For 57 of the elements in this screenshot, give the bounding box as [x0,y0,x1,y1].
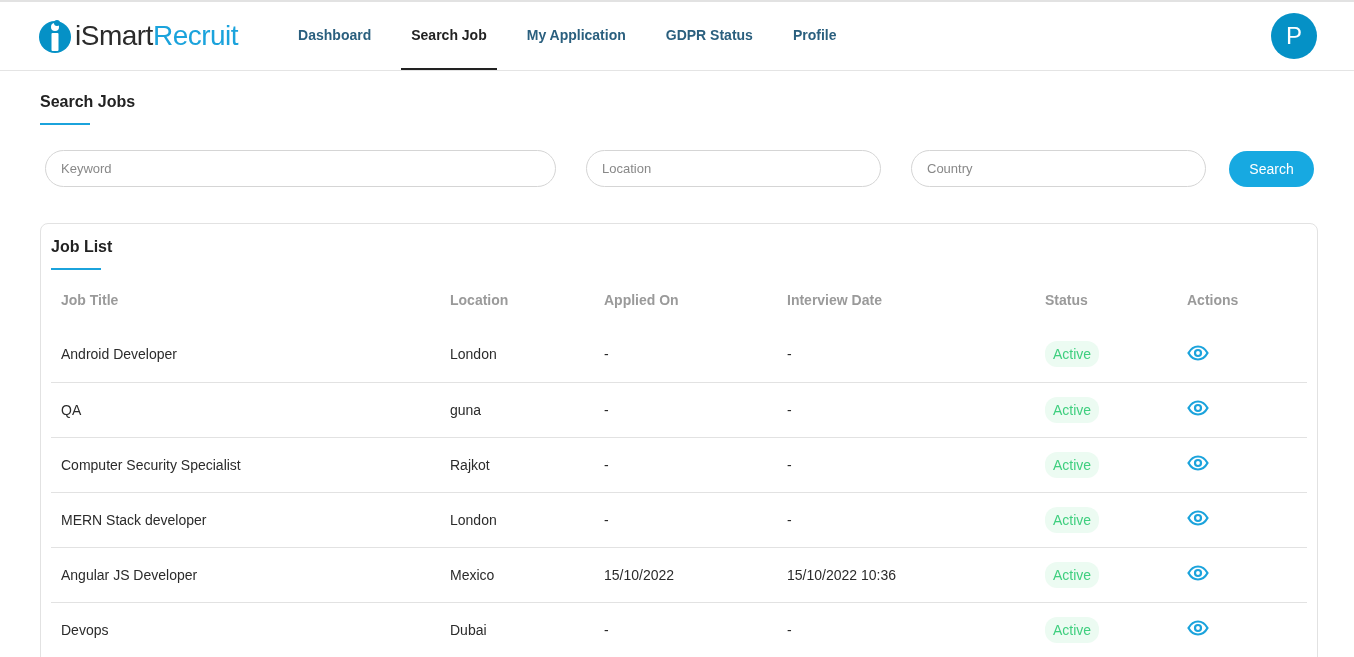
view-icon[interactable] [1187,455,1209,471]
search-field[interactable]: Country [911,150,1206,187]
table-cell: Devops [51,602,440,657]
table-cell: London [440,492,594,547]
column-header: Job Title [60,291,120,310]
table-cell: Computer Security Specialist [51,437,440,492]
status-badge: Active [1045,451,1100,478]
table-cell: - [777,437,1035,492]
table-cell: guna [440,382,594,437]
nav-tab[interactable]: My Application [516,2,636,70]
column-header: Status [1044,291,1089,310]
nav-tab[interactable]: GDPR Status [655,2,763,70]
card-title: Job List [51,238,113,257]
status-badge: Active [1045,616,1100,643]
column-header: Location [449,291,510,310]
status-badge: Active [1045,396,1100,423]
status-badge: Active [1045,341,1100,368]
column-header: Actions [1186,291,1240,310]
table-cell: - [594,602,777,657]
table-cell: - [594,437,777,492]
search-field[interactable]: Location [586,150,881,187]
view-icon[interactable] [1187,510,1209,526]
status-badge: Active [1045,506,1100,533]
table-cell: - [777,602,1035,657]
table-cell: Dubai [440,602,594,657]
table-cell: Angular JS Developer [51,547,440,602]
view-icon[interactable] [1187,565,1209,581]
view-icon[interactable] [1187,344,1209,361]
table-cell: Rajkot [440,437,594,492]
view-icon[interactable] [1187,400,1209,416]
table-cell: 15/10/2022 10:36 [777,547,1035,602]
table-cell: - [594,492,777,547]
table-cell: 15/10/2022 [594,547,777,602]
logo-icon [38,19,72,53]
table-cell: Android Developer [51,327,440,382]
title-underline [51,268,101,270]
column-header: Interview Date [786,291,883,310]
table-cell: - [777,382,1035,437]
table-cell: - [777,327,1035,382]
status-badge: Active [1045,561,1100,588]
logo-text: iSmartRecruit [75,20,239,52]
nav-tab[interactable]: Profile [782,2,847,70]
table-cell: - [594,327,777,382]
table-cell: - [777,492,1035,547]
section-title: Search Jobs [40,93,136,112]
title-underline [40,123,90,125]
table-cell: - [594,382,777,437]
nav-tab[interactable]: Dashboard [288,2,382,70]
column-header: Applied On [603,291,680,310]
table-cell: MERN Stack developer [51,492,440,547]
table-cell: London [440,327,594,382]
user-avatar[interactable]: P [1271,13,1317,59]
table-cell: QA [51,382,440,437]
nav-tab[interactable]: Search Job [401,2,497,70]
view-icon[interactable] [1187,620,1209,636]
table-cell: Mexico [440,547,594,602]
search-field[interactable]: Keyword [45,150,556,187]
